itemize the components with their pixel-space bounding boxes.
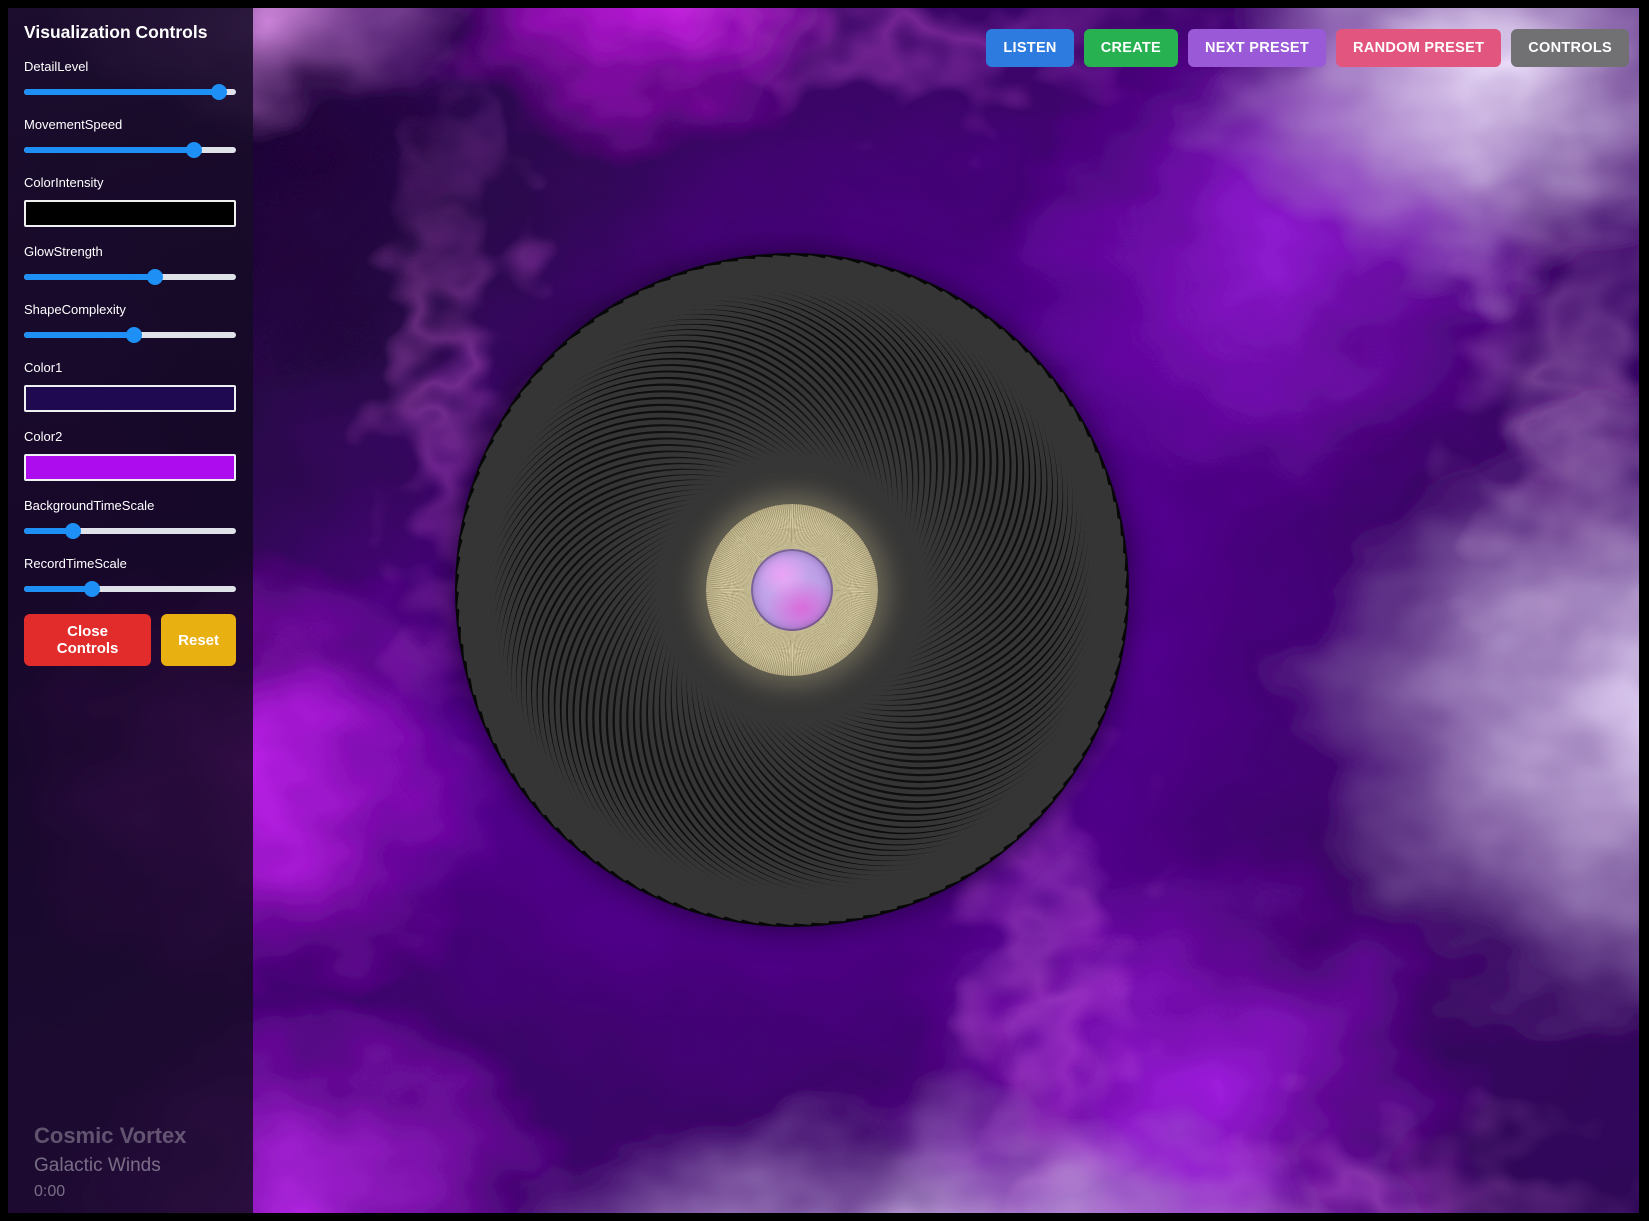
record-time-scale-label: RecordTimeScale: [24, 556, 236, 571]
slider-thumb[interactable]: [65, 523, 81, 539]
panel-title: Visualization Controls: [24, 22, 236, 43]
track-info: Cosmic Vortex Galactic Winds 0:00: [34, 1123, 186, 1201]
color1-input[interactable]: [24, 385, 236, 412]
reset-button[interactable]: Reset: [161, 614, 236, 666]
color-intensity-label: ColorIntensity: [24, 175, 236, 190]
record-center-hole: [751, 549, 833, 631]
movement-speed-slider[interactable]: [24, 142, 236, 158]
app-stage: LISTEN CREATE NEXT PRESET RANDOM PRESET …: [8, 8, 1639, 1213]
color1-label: Color1: [24, 360, 236, 375]
slider-fill: [24, 89, 219, 95]
slider-fill: [24, 586, 92, 592]
close-controls-button[interactable]: Close Controls: [24, 614, 151, 666]
create-button[interactable]: CREATE: [1084, 29, 1178, 67]
glow-strength-slider[interactable]: [24, 269, 236, 285]
background-time-scale-label: BackgroundTimeScale: [24, 498, 236, 513]
glow-strength-label: GlowStrength: [24, 244, 236, 259]
movement-speed-label: MovementSpeed: [24, 117, 236, 132]
detail-level-label: DetailLevel: [24, 59, 236, 74]
track-time: 0:00: [34, 1183, 186, 1201]
record-time-scale-group: RecordTimeScale: [24, 556, 236, 597]
record-time-scale-slider[interactable]: [24, 581, 236, 597]
track-artist: Galactic Winds: [34, 1155, 186, 1177]
detail-level-slider[interactable]: [24, 84, 236, 100]
detail-level-group: DetailLevel: [24, 59, 236, 100]
color-intensity-group: ColorIntensity: [24, 175, 236, 227]
panel-buttons: Close Controls Reset: [24, 614, 236, 666]
topbar: LISTEN CREATE NEXT PRESET RANDOM PRESET …: [986, 29, 1629, 67]
glow-strength-group: GlowStrength: [24, 244, 236, 285]
color2-label: Color2: [24, 429, 236, 444]
slider-thumb[interactable]: [211, 84, 227, 100]
controls-button[interactable]: CONTROLS: [1511, 29, 1629, 67]
color1-group: Color1: [24, 360, 236, 412]
listen-button[interactable]: LISTEN: [986, 29, 1073, 67]
shape-complexity-label: ShapeComplexity: [24, 302, 236, 317]
slider-thumb[interactable]: [126, 327, 142, 343]
shape-complexity-slider[interactable]: [24, 327, 236, 343]
slider-thumb[interactable]: [84, 581, 100, 597]
next-preset-button[interactable]: NEXT PRESET: [1188, 29, 1326, 67]
random-preset-button[interactable]: RANDOM PRESET: [1336, 29, 1501, 67]
movement-speed-group: MovementSpeed: [24, 117, 236, 158]
color2-group: Color2: [24, 429, 236, 481]
slider-fill: [24, 147, 194, 153]
background-time-scale-slider[interactable]: [24, 523, 236, 539]
background-time-scale-group: BackgroundTimeScale: [24, 498, 236, 539]
slider-thumb[interactable]: [186, 142, 202, 158]
color2-input[interactable]: [24, 454, 236, 481]
slider-thumb[interactable]: [147, 269, 163, 285]
controls-panel: Visualization Controls DetailLevel Movem…: [8, 8, 253, 1213]
slider-fill: [24, 332, 134, 338]
track-title: Cosmic Vortex: [34, 1123, 186, 1149]
shape-complexity-group: ShapeComplexity: [24, 302, 236, 343]
slider-fill: [24, 274, 155, 280]
color-intensity-input[interactable]: [24, 200, 236, 227]
